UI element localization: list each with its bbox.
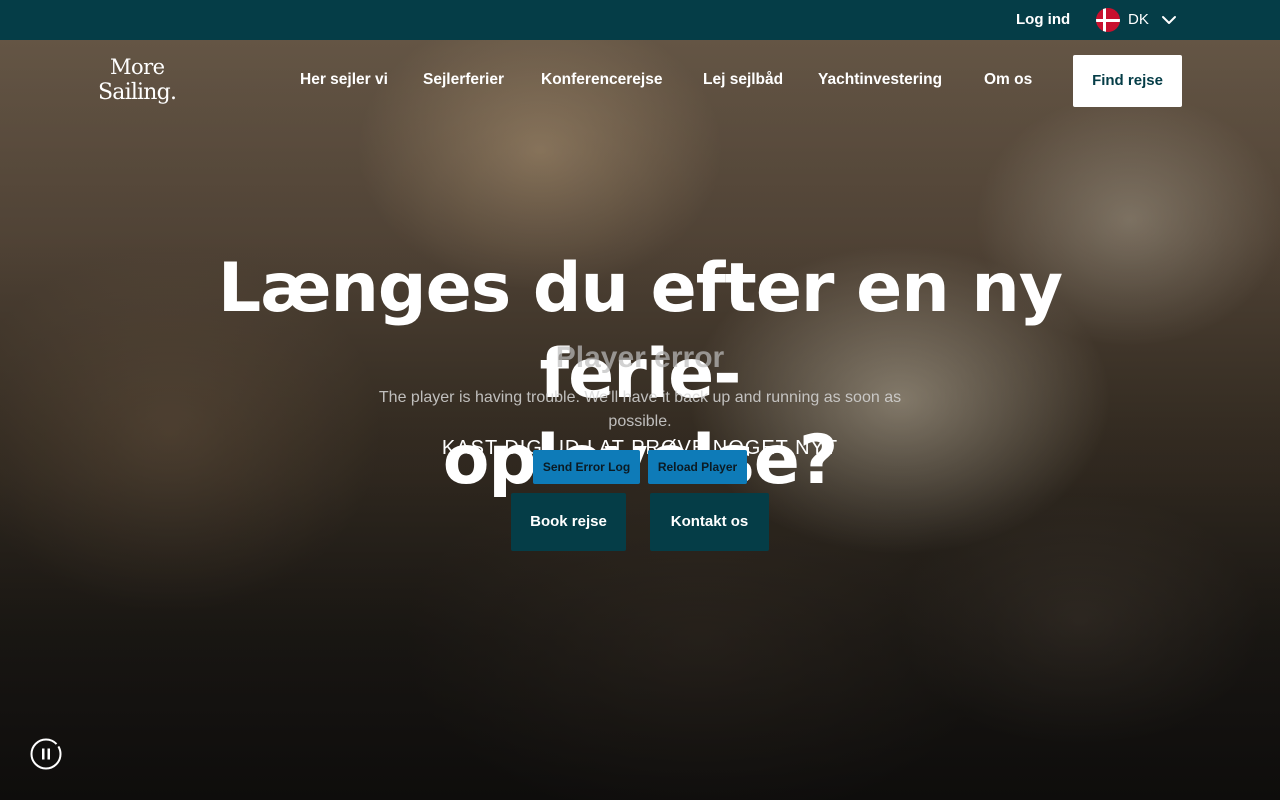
nav-item-yachtinvestering[interactable]: Yachtinvestering [818, 68, 942, 92]
send-error-log-button[interactable]: Send Error Log [533, 450, 640, 484]
pause-icon [30, 738, 62, 770]
nav-item-konferencerejse[interactable]: Konferencerejse [541, 68, 662, 92]
logo-text-line1: More [110, 55, 165, 79]
chevron-down-icon [1161, 12, 1177, 28]
find-rejse-button[interactable]: Find rejse [1073, 55, 1182, 107]
player-error-title: Player error [555, 341, 725, 374]
nav-item-om-os[interactable]: Om os [984, 68, 1032, 92]
book-rejse-button[interactable]: Book rejse [511, 493, 626, 551]
language-label: DK [1128, 11, 1149, 28]
player-error-message-line2: possible. [608, 413, 672, 430]
top-bar: Log ind DK [0, 0, 1280, 40]
login-link[interactable]: Log ind [1016, 10, 1070, 30]
reload-player-button[interactable]: Reload Player [648, 450, 747, 484]
player-error-message: The player is having trouble. We'll have… [370, 386, 910, 434]
denmark-flag-icon [1096, 8, 1120, 32]
nav-item-lej-sejlbaad[interactable]: Lej sejlbåd [703, 68, 783, 92]
nav-item-sejlerferier[interactable]: Sejlerferier [423, 68, 504, 92]
video-pause-button[interactable] [30, 738, 62, 770]
hero-subtitle: KAST DIG UD I AT PRØVE NOGET NYT [441, 437, 839, 459]
player-error-message-line1: The player is having trouble. We'll have… [378, 389, 902, 406]
logo-text-line2: Sailing. [98, 80, 177, 105]
more-sailing-logo[interactable]: More Sailing. [98, 54, 188, 110]
nav-item-her-sejler-vi[interactable]: Her sejler vi [300, 68, 388, 92]
language-selector[interactable]: DK [1096, 8, 1182, 32]
kontakt-os-button[interactable]: Kontakt os [650, 493, 769, 551]
